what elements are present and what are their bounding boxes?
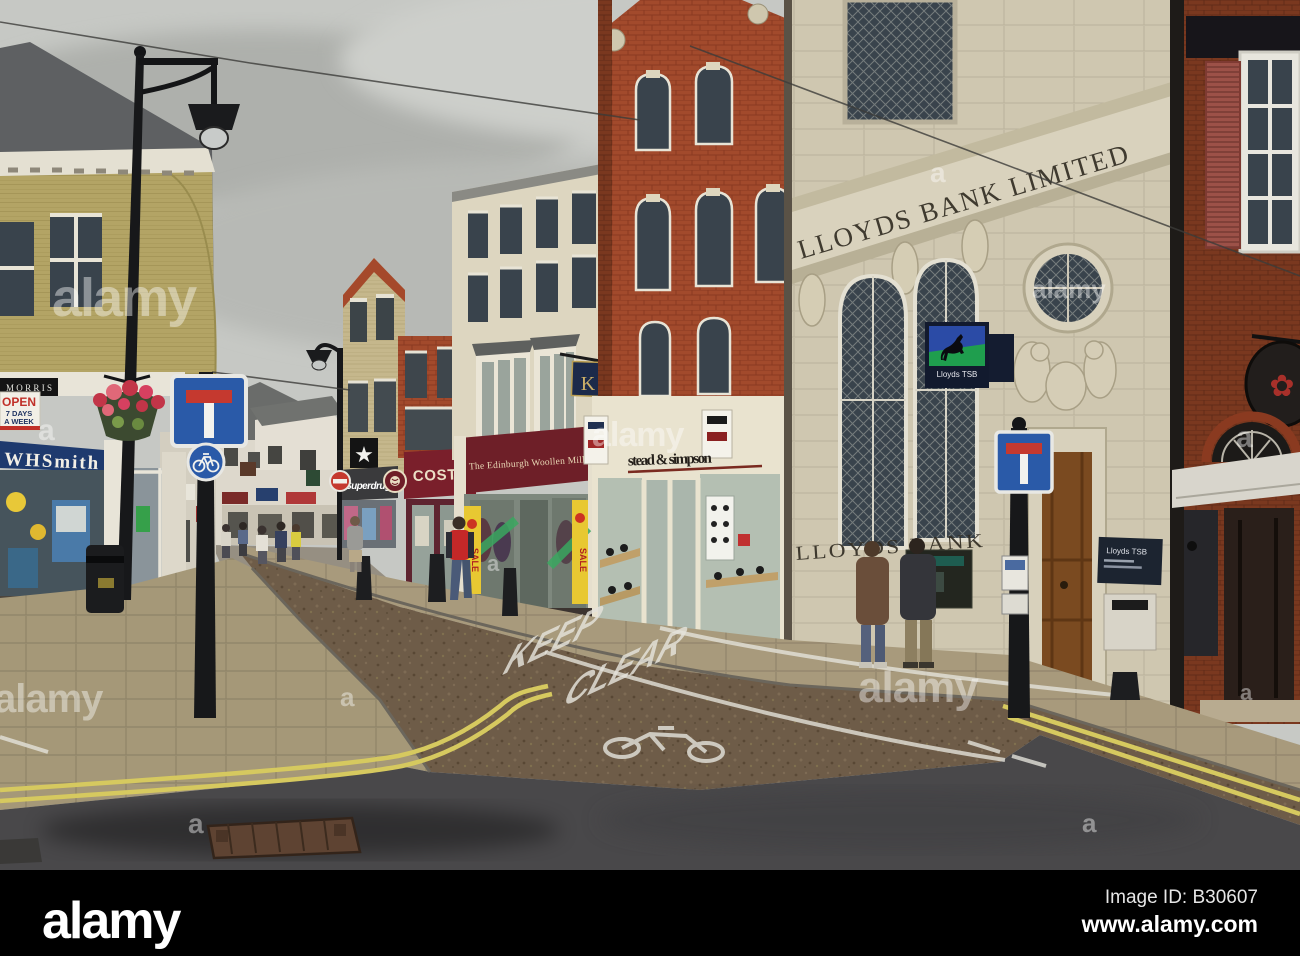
distant-shop-sign: [256, 488, 278, 501]
scene-canvas: ★ Superdrug COSTA: [0, 0, 1300, 956]
window: [405, 352, 427, 398]
gabled-building: ★ Superdrug: [338, 258, 405, 548]
k-monogram: K: [581, 373, 596, 395]
georgian-building: K The Edinburgh Woollen Mill SALE SALE: [452, 162, 615, 622]
lloyds-tsb-sign-label: Lloyds TSB: [937, 370, 978, 379]
shuttered-window: [1205, 50, 1300, 254]
svg-text:A WEEK: A WEEK: [4, 417, 34, 426]
window: [376, 296, 394, 340]
posted-notice: [1001, 593, 1029, 615]
downpipe: [784, 0, 792, 676]
distant-shop-sign: [222, 492, 248, 504]
corner-bollard: [1110, 672, 1140, 700]
victorian-building: stead & simpson: [583, 0, 792, 658]
door-poster: [136, 506, 150, 532]
edinburgh-woollen-mill-shop: The Edinburgh Woollen Mill SALE SALE: [454, 424, 602, 622]
watermark-letter: a: [1236, 421, 1253, 454]
watermark-letter: a: [188, 808, 204, 839]
watermark-letter: a: [1082, 808, 1097, 838]
watermark-text: alamy: [1032, 274, 1106, 304]
watermark-letter: a: [930, 157, 946, 188]
downpipe: [1170, 0, 1184, 724]
shop-window: [1184, 510, 1218, 656]
watermark-text: alamy: [592, 416, 684, 454]
emblem-glyph: ✿: [1269, 370, 1294, 403]
window: [350, 300, 367, 342]
watermark-text: alamy: [52, 268, 197, 328]
svg-text:SALE: SALE: [578, 548, 588, 572]
watermark-letter: a: [38, 414, 55, 447]
window: [348, 382, 368, 432]
sale-poster: SALE: [572, 500, 588, 604]
window: [374, 380, 396, 432]
plaque-label: Lloyds TSB: [1106, 546, 1147, 556]
watermark-text: alamy: [0, 677, 104, 721]
distant-shop-sign: [286, 492, 316, 504]
hanging-pub-sign: [240, 462, 256, 476]
wall-lamp: [1187, 541, 1197, 551]
watermark-letter: a: [487, 551, 500, 576]
utility-cover: [0, 838, 42, 864]
right-building: ✿: [1170, 0, 1300, 724]
alamy-logo: alamy: [42, 892, 182, 950]
no-through-road-sign: [170, 374, 248, 448]
open-7-days-sign: OPEN 7 DAYS A WEEK: [0, 391, 41, 431]
star-glyph: ★: [354, 442, 374, 467]
watermark-letter: a: [340, 682, 355, 712]
stone-finial: [747, 3, 769, 25]
arched-bank-window: [838, 273, 908, 550]
svg-text:OPEN: OPEN: [2, 395, 36, 409]
alamy-url: www.alamy.com: [1081, 911, 1258, 937]
lloyds-bank-building: LLOYDS BANK LIMITED Lloyds TSB LLOYDS: [784, 0, 1178, 710]
cycle-route-sign: [186, 442, 226, 482]
watermark-text: alamy: [858, 663, 979, 712]
red-shutter: [1205, 61, 1241, 249]
arched-bank-window: [913, 257, 979, 542]
manhole-cover: [206, 816, 362, 860]
alamy-footer-bar: alamy Image ID: B30607 www.alamy.com: [0, 870, 1300, 956]
shoe-poster: [705, 495, 735, 561]
dark-door: [1224, 508, 1294, 704]
stock-photo-street-scene: ★ Superdrug COSTA: [0, 0, 1300, 956]
hanging-pub-sign: [306, 470, 320, 486]
shop-door: [520, 500, 548, 610]
watermark-letter: a: [1240, 680, 1253, 705]
no-through-road-sign: [994, 430, 1054, 494]
lloyds-tsb-plaque: Lloyds TSB: [1097, 536, 1163, 586]
image-id-label: Image ID: B30607: [1105, 887, 1258, 908]
